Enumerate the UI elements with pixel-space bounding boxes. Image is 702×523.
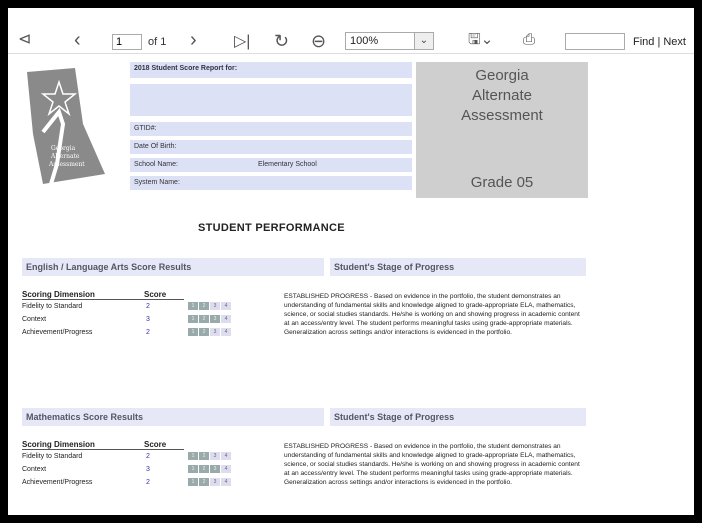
math-progress-description: ESTABLISHED PROGRESS - Based on evidence… xyxy=(284,443,580,486)
table-row-label: Fidelity to Standard xyxy=(22,303,83,310)
column-header-score: Score xyxy=(144,290,167,299)
scale-box: 4 xyxy=(221,328,231,336)
svg-text:Assessment: Assessment xyxy=(48,161,85,168)
score-report: Georgia Alternate Assessment 2018 Studen… xyxy=(8,54,694,515)
export-save-icon[interactable]: 🖫⌄ xyxy=(468,32,493,47)
first-page-icon[interactable]: ⊲ xyxy=(18,32,31,48)
score-scale: 1 2 3 4 xyxy=(188,452,231,460)
next-page-icon[interactable]: › xyxy=(190,30,197,50)
system-name-label: System Name: xyxy=(130,176,412,190)
scale-box: 1 xyxy=(188,452,198,460)
ela-progress-description: ESTABLISHED PROGRESS - Based on evidence… xyxy=(284,293,580,336)
scale-box: 4 xyxy=(221,452,231,460)
column-header-score: Score xyxy=(144,440,167,449)
report-for-label: 2018 Student Score Report for: xyxy=(130,62,412,78)
scale-box: 2 xyxy=(199,452,209,460)
scale-box: 4 xyxy=(221,302,231,310)
table-row-score: 3 xyxy=(146,466,150,473)
page-title: STUDENT PERFORMANCE xyxy=(198,222,345,234)
score-scale: 1 2 3 4 xyxy=(188,465,231,473)
score-scale: 1 2 3 4 xyxy=(188,302,231,310)
find-input[interactable] xyxy=(565,33,625,50)
zoom-select[interactable]: 100% xyxy=(345,32,415,50)
chevron-down-icon[interactable]: ⌄ xyxy=(414,32,434,50)
report-toolbar: ⊲ ‹ 1 of 1 › ▷| ↻ ⊖ 100% ⌄ 🖫⌄ ⎙ Find | N… xyxy=(8,8,694,54)
table-row-score: 3 xyxy=(146,316,150,323)
table-row-score: 2 xyxy=(146,329,150,336)
print-icon[interactable]: ⎙ xyxy=(523,32,535,47)
table-row-label: Achievement/Progress xyxy=(22,479,93,486)
back-icon[interactable]: ⊖ xyxy=(311,32,326,50)
scale-box: 3 xyxy=(210,328,220,336)
scale-box: 3 xyxy=(210,478,220,486)
dob-label: Date Of Birth: xyxy=(130,140,412,154)
scale-box: 1 xyxy=(188,465,198,473)
page-number-input[interactable]: 1 xyxy=(112,34,142,50)
score-scale: 1 2 3 4 xyxy=(188,478,231,486)
svg-text:Alternate: Alternate xyxy=(50,153,80,160)
column-header-dimension: Scoring Dimension xyxy=(22,440,95,449)
student-name-field xyxy=(130,84,412,116)
school-name-value: Elementary School xyxy=(258,161,317,168)
table-row-score: 2 xyxy=(146,479,150,486)
table-row-score: 2 xyxy=(146,303,150,310)
table-row-label: Fidelity to Standard xyxy=(22,453,83,460)
assessment-panel: Georgia Alternate Assessment Grade 05 xyxy=(416,62,588,198)
scale-box: 2 xyxy=(199,315,209,323)
ela-score-table: Scoring Dimension Score Fidelity to Stan… xyxy=(22,290,272,350)
scale-box: 4 xyxy=(221,465,231,473)
scale-box: 3 xyxy=(210,452,220,460)
table-row-label: Context xyxy=(22,316,47,323)
scale-box: 2 xyxy=(199,328,209,336)
math-section-heading: Mathematics Score Results xyxy=(22,408,324,426)
score-scale: 1 2 3 4 xyxy=(188,315,231,323)
score-scale: 1 2 3 4 xyxy=(188,328,231,336)
table-row-label: Achievement/Progress xyxy=(22,329,93,336)
gtid-label: GTID#: xyxy=(130,122,412,136)
scale-box: 2 xyxy=(199,478,209,486)
last-page-icon[interactable]: ▷| xyxy=(234,34,250,50)
page-count-label: of 1 xyxy=(148,36,167,48)
school-name-row: School Name: Elementary School xyxy=(130,158,412,172)
scale-box: 2 xyxy=(199,465,209,473)
previous-page-icon[interactable]: ‹ xyxy=(74,30,81,50)
gaa-logo: Georgia Alternate Assessment xyxy=(27,68,105,185)
report-viewer-window: ⊲ ‹ 1 of 1 › ▷| ↻ ⊖ 100% ⌄ 🖫⌄ ⎙ Find | N… xyxy=(8,8,694,515)
scale-box: 1 xyxy=(188,478,198,486)
scale-box: 4 xyxy=(221,478,231,486)
refresh-icon[interactable]: ↻ xyxy=(274,32,289,50)
math-stage-heading: Student's Stage of Progress xyxy=(330,408,586,426)
school-name-label: School Name: xyxy=(134,161,178,168)
scale-box: 4 xyxy=(221,315,231,323)
table-row-score: 2 xyxy=(146,453,150,460)
scale-box: 1 xyxy=(188,328,198,336)
grade-label: Grade 05 xyxy=(470,174,534,191)
ela-section-heading: English / Language Arts Score Results xyxy=(22,258,324,276)
table-row-label: Context xyxy=(22,466,47,473)
assessment-title: Georgia Alternate Assessment xyxy=(461,67,543,124)
scale-box: 1 xyxy=(188,315,198,323)
scale-box: 2 xyxy=(199,302,209,310)
scale-box: 3 xyxy=(210,465,220,473)
scale-box: 1 xyxy=(188,302,198,310)
svg-text:Georgia: Georgia xyxy=(51,145,76,152)
ela-stage-heading: Student's Stage of Progress xyxy=(330,258,586,276)
scale-box: 3 xyxy=(210,315,220,323)
math-score-table: Scoring Dimension Score Fidelity to Stan… xyxy=(22,440,272,500)
find-next-link[interactable]: Find | Next xyxy=(633,36,686,48)
column-header-dimension: Scoring Dimension xyxy=(22,290,95,299)
scale-box: 3 xyxy=(210,302,220,310)
